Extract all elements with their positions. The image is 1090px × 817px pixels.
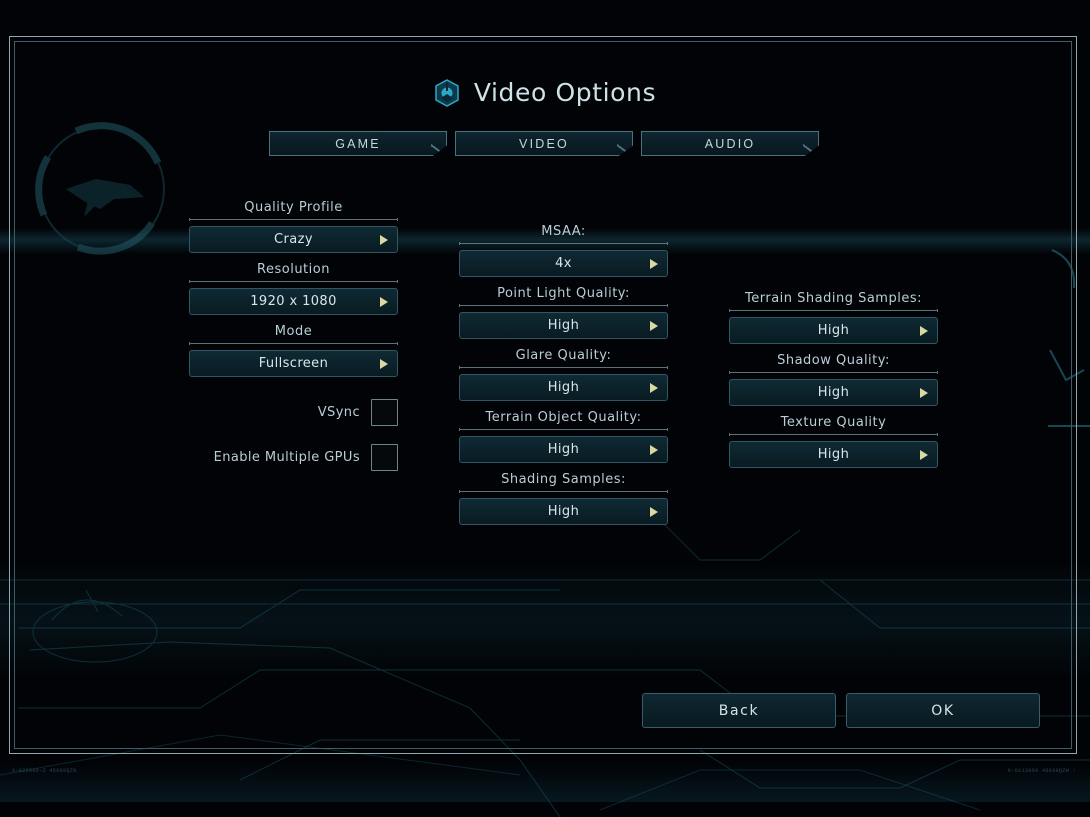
dropdown-texture-quality[interactable]: High (729, 441, 938, 468)
dropdown-value: 4x (555, 256, 572, 271)
label-resolution: Resolution (257, 262, 330, 277)
tab-audio[interactable]: AUDIO (641, 131, 819, 156)
label-shading-samples: Shading Samples: (501, 472, 626, 487)
dropdown-terrain-object-quality[interactable]: High (459, 436, 668, 463)
field-terrain-shading-samples: Terrain Shading Samples: High (729, 291, 938, 344)
dropdown-quality-profile[interactable]: Crazy (189, 226, 398, 253)
label-terrain-shading-samples: Terrain Shading Samples: (745, 291, 922, 306)
right-edge-wireframe-decoration (1048, 249, 1090, 427)
field-shading-samples: Shading Samples: High (459, 472, 668, 525)
field-glare-quality: Glare Quality: High (459, 348, 668, 401)
chevron-right-icon (380, 296, 388, 307)
tab-video[interactable]: VIDEO (455, 131, 633, 156)
field-quality-profile: Quality Profile Crazy (189, 200, 398, 253)
chevron-right-icon (920, 387, 928, 398)
micro-text-left: X-022000-Z 46680QZN (12, 768, 77, 774)
page-title: Video Options (473, 78, 657, 107)
field-mode: Mode Fullscreen (189, 324, 398, 377)
settings-column-left: Quality Profile Crazy Resolution 1920 x … (189, 200, 398, 471)
dropdown-value: 1920 x 1080 (250, 294, 337, 309)
dropdown-glare-quality[interactable]: High (459, 374, 668, 401)
dropdown-value: High (817, 385, 850, 400)
divider-rule (729, 433, 938, 436)
field-msaa: MSAA: 4x (459, 224, 668, 277)
ok-button[interactable]: OK (846, 693, 1040, 728)
chevron-right-icon (650, 382, 658, 393)
divider-rule (729, 371, 938, 374)
dropdown-value: High (817, 323, 850, 338)
label-terrain-object-quality: Terrain Object Quality: (485, 410, 642, 425)
dropdown-point-light-quality[interactable]: High (459, 312, 668, 339)
chevron-right-icon (650, 258, 658, 269)
chevron-right-icon (650, 506, 658, 517)
label-enable-multiple-gpus: Enable Multiple GPUs (213, 449, 360, 465)
chevron-right-icon (920, 325, 928, 336)
field-terrain-object-quality: Terrain Object Quality: High (459, 410, 668, 463)
terrain-wireframe-decoration (0, 520, 1090, 817)
chevron-right-icon (650, 320, 658, 331)
label-shadow-quality: Shadow Quality: (777, 353, 890, 368)
dropdown-value: Crazy (274, 232, 313, 247)
divider-rule (459, 490, 668, 493)
divider-rule (459, 366, 668, 369)
label-quality-profile: Quality Profile (244, 200, 343, 215)
chevron-right-icon (380, 234, 388, 245)
dropdown-value: Fullscreen (258, 356, 329, 371)
dropdown-resolution[interactable]: 1920 x 1080 (189, 288, 398, 315)
label-mode: Mode (274, 324, 313, 339)
dropdown-mode[interactable]: Fullscreen (189, 350, 398, 377)
dropdown-value: High (547, 380, 580, 395)
label-glare-quality: Glare Quality: (515, 348, 612, 363)
field-point-light-quality: Point Light Quality: High (459, 286, 668, 339)
field-shadow-quality: Shadow Quality: High (729, 353, 938, 406)
chevron-right-icon (920, 449, 928, 460)
label-point-light-quality: Point Light Quality: (497, 286, 630, 301)
tab-game[interactable]: GAME (269, 131, 447, 156)
divider-rule (189, 342, 398, 345)
dropdown-value: High (817, 447, 850, 462)
chevron-right-icon (650, 444, 658, 455)
tab-bar: GAME VIDEO AUDIO (269, 131, 819, 156)
footer-button-bar: Back OK (642, 693, 1040, 728)
shield-hex-icon (435, 78, 459, 107)
ship-emblem-watermark (35, 122, 165, 255)
settings-column-right: Terrain Shading Samples: High Shadow Qua… (729, 291, 938, 477)
row-vsync: VSync (189, 398, 398, 426)
label-vsync: VSync (317, 404, 360, 420)
divider-rule (189, 218, 398, 221)
label-texture-quality: Texture Quality (780, 415, 887, 430)
chevron-right-icon (380, 358, 388, 369)
dropdown-terrain-shading-samples[interactable]: High (729, 317, 938, 344)
divider-rule (459, 428, 668, 431)
micro-text-right: K-0113090 46680QZH : (1007, 768, 1076, 774)
page-header: Video Options (0, 78, 1090, 107)
dropdown-shading-samples[interactable]: High (459, 498, 668, 525)
dropdown-shadow-quality[interactable]: High (729, 379, 938, 406)
back-button[interactable]: Back (642, 693, 836, 728)
divider-rule (459, 242, 668, 245)
dropdown-value: High (547, 504, 580, 519)
dropdown-value: High (547, 318, 580, 333)
divider-rule (729, 309, 938, 312)
field-resolution: Resolution 1920 x 1080 (189, 262, 398, 315)
checkbox-enable-multiple-gpus[interactable] (371, 443, 398, 471)
dropdown-msaa[interactable]: 4x (459, 250, 668, 277)
label-msaa: MSAA: (541, 224, 586, 239)
field-texture-quality: Texture Quality High (729, 415, 938, 468)
dropdown-value: High (547, 442, 580, 457)
settings-column-middle: MSAA: 4x Point Light Quality: High Glare… (459, 224, 668, 534)
checkbox-vsync[interactable] (371, 398, 398, 426)
row-enable-multiple-gpus: Enable Multiple GPUs (189, 443, 398, 471)
divider-rule (189, 280, 398, 283)
divider-rule (459, 304, 668, 307)
